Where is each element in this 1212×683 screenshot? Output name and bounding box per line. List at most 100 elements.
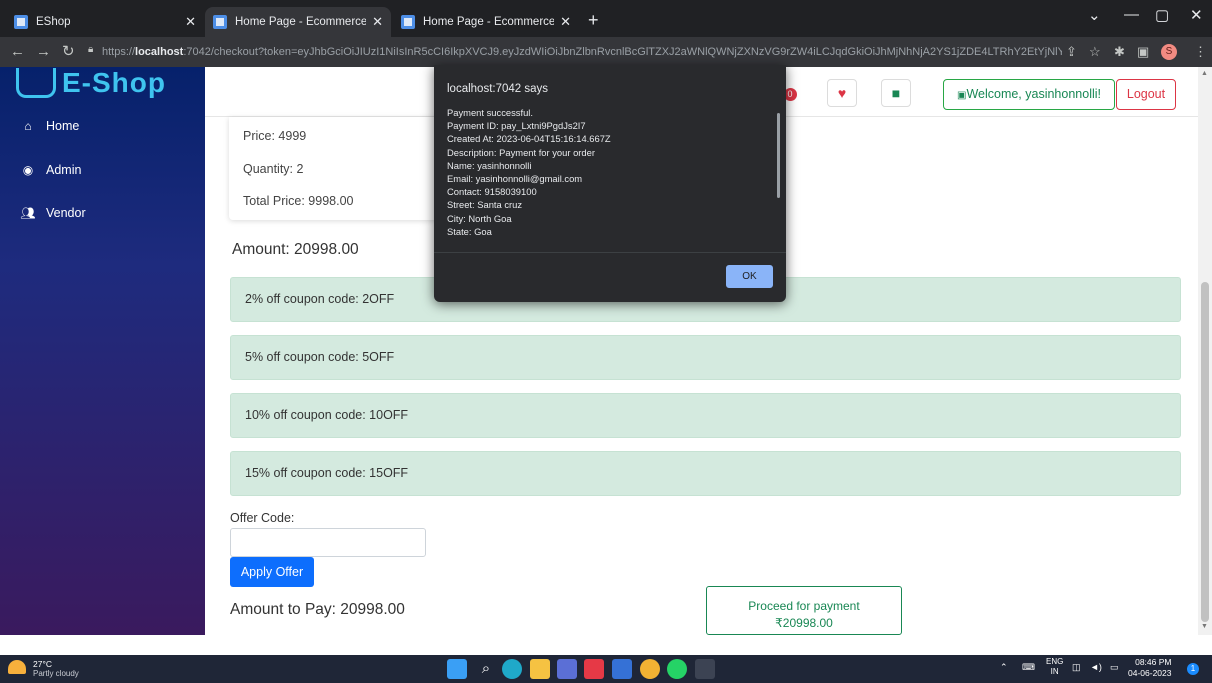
menu-icon[interactable]: ⋮ bbox=[1194, 44, 1207, 60]
sidebar-item-label: Admin bbox=[46, 163, 82, 177]
welcome-label: Welcome, yasinhonnolli! bbox=[966, 87, 1101, 101]
sidebar-item-home[interactable]: ⌂ Home bbox=[20, 119, 79, 133]
chevron-down-icon[interactable]: ⌄ bbox=[1088, 6, 1101, 24]
dialog-line: Street: Santa cruz bbox=[447, 199, 523, 211]
dialog-line: State: Goa bbox=[447, 225, 492, 237]
forward-arrow-icon[interactable]: → bbox=[36, 43, 51, 61]
teams-icon[interactable] bbox=[557, 659, 577, 679]
coupon-10off[interactable]: 10% off coupon code: 10OFF bbox=[230, 393, 1181, 438]
minimize-icon[interactable]: — bbox=[1124, 6, 1139, 23]
edge-icon[interactable] bbox=[502, 659, 522, 679]
sidebar-item-vendor[interactable]: 👥︎ Vendor bbox=[20, 206, 86, 220]
volume-icon[interactable]: ◄) bbox=[1090, 662, 1102, 672]
dialog-title: localhost:7042 says bbox=[447, 83, 549, 95]
sidebar-item-label: Vendor bbox=[46, 206, 86, 220]
cart-button[interactable]: ■ bbox=[881, 79, 911, 107]
lock-icon[interactable]: 🔒︎ bbox=[88, 44, 93, 55]
amount-total: Amount: 20998.00 bbox=[232, 241, 359, 258]
whatsapp-icon[interactable] bbox=[667, 659, 687, 679]
cart-globe-icon bbox=[16, 68, 56, 98]
coupon-15off[interactable]: 15% off coupon code: 15OFF bbox=[230, 451, 1181, 496]
item-total-price: Total Price: 9998.00 bbox=[243, 194, 354, 208]
vscode-icon[interactable] bbox=[612, 659, 632, 679]
dialog-line: City: North Goa bbox=[447, 212, 512, 224]
welcome-button[interactable]: ▣Welcome, yasinhonnolli! bbox=[943, 79, 1115, 110]
proceed-payment-button[interactable]: Proceed for payment ₹20998.00 bbox=[706, 586, 902, 635]
user-circle-icon: ◉ bbox=[22, 163, 34, 177]
url-prefix: https:// bbox=[102, 46, 136, 58]
dialog-line: Description: Payment for your order bbox=[447, 146, 595, 158]
file-explorer-icon[interactable] bbox=[530, 659, 550, 679]
logo-text: E-Shop bbox=[62, 67, 166, 98]
dialog-line: Contact: 9158039100 bbox=[447, 186, 537, 198]
search-icon[interactable]: ⌕ bbox=[476, 659, 496, 679]
url-host: localhost bbox=[135, 46, 184, 58]
clock[interactable]: 08:46 PM 04-06-2023 bbox=[1128, 657, 1171, 679]
profile-avatar[interactable]: S bbox=[1161, 44, 1177, 60]
notification-badge[interactable]: 1 bbox=[1187, 663, 1199, 675]
home-icon: ⌂ bbox=[24, 119, 32, 133]
dialog-line: Created At: 2023-06-04T15:16:14.667Z bbox=[447, 133, 611, 145]
weather-condition: Partly cloudy bbox=[33, 669, 79, 678]
tab-home-page-1[interactable]: Home Page - Ecommerce ✕ bbox=[205, 7, 391, 37]
order-item-card: Price: 4999 Quantity: 2 Total Price: 999… bbox=[229, 117, 439, 220]
page-icon bbox=[401, 15, 415, 29]
proceed-amount: ₹20998.00 bbox=[775, 615, 833, 630]
apply-offer-button[interactable]: Apply Offer bbox=[230, 557, 314, 587]
new-tab-plus-icon[interactable]: + bbox=[588, 11, 599, 29]
star-icon[interactable]: ☆ bbox=[1089, 44, 1101, 60]
maximize-icon[interactable]: ▢ bbox=[1155, 6, 1169, 24]
page-icon bbox=[213, 15, 227, 29]
share-icon[interactable]: ⇪ bbox=[1066, 44, 1077, 60]
offer-code-label: Offer Code: bbox=[230, 511, 295, 525]
language-indicator[interactable]: ENG IN bbox=[1046, 657, 1063, 677]
dialog-line: Email: yasinhonnolli@gmail.com bbox=[447, 173, 583, 185]
battery-icon[interactable]: ▭ bbox=[1110, 662, 1119, 673]
address-bar[interactable]: https://localhost:7042/checkout?token=ey… bbox=[102, 41, 1062, 63]
scrollbar-thumb[interactable] bbox=[1201, 282, 1209, 622]
eshop-logo[interactable]: E-Shop bbox=[16, 65, 166, 101]
coupon-5off[interactable]: 5% off coupon code: 5OFF bbox=[230, 335, 1181, 380]
start-icon[interactable] bbox=[447, 659, 467, 679]
browser-toolbar: ← → ↻ 🔒︎ https://localhost:7042/checkout… bbox=[0, 37, 1212, 67]
item-quantity: Quantity: 2 bbox=[243, 162, 304, 176]
close-icon[interactable]: ✕ bbox=[372, 14, 383, 30]
reload-icon[interactable]: ↻ bbox=[62, 43, 75, 61]
page-icon bbox=[14, 15, 28, 29]
tab-home-page-2[interactable]: Home Page - Ecommerce ✕ bbox=[393, 7, 579, 37]
weather-temp: 27°C bbox=[33, 659, 52, 669]
wishlist-button[interactable]: ♥ bbox=[827, 79, 857, 107]
extensions-icon[interactable]: ✱ bbox=[1114, 44, 1125, 60]
item-price: Price: 4999 bbox=[243, 129, 307, 143]
tray-chevron-icon[interactable]: ⌃ bbox=[1000, 662, 1008, 673]
ok-button[interactable]: OK bbox=[726, 265, 773, 288]
dialog-scrollbar[interactable] bbox=[777, 113, 780, 198]
network-icon[interactable]: ◫ bbox=[1072, 662, 1081, 673]
sidebar: E-Shop ⌂ Home ◉ Admin 👥︎ Vendor bbox=[0, 67, 205, 635]
back-arrow-icon[interactable]: ← bbox=[10, 43, 25, 61]
url-path: :7042/checkout?token=eyJhbGciOiJIUzI1NiI… bbox=[183, 46, 1062, 58]
page-scrollbar[interactable]: ▲ ▼ bbox=[1198, 67, 1212, 635]
sidebar-item-admin[interactable]: ◉ Admin bbox=[20, 163, 82, 177]
close-icon[interactable]: ✕ bbox=[560, 14, 571, 30]
offer-code-input[interactable] bbox=[230, 528, 426, 557]
scroll-up-icon[interactable]: ▲ bbox=[1201, 70, 1208, 77]
weather-icon[interactable] bbox=[8, 660, 26, 674]
heart-icon: ♥ bbox=[837, 85, 847, 101]
logout-button[interactable]: Logout bbox=[1116, 79, 1176, 110]
dialog-divider bbox=[434, 252, 786, 253]
keyboard-icon[interactable]: ⌨︎ bbox=[1022, 662, 1035, 673]
sidepanel-icon[interactable]: ▣ bbox=[1137, 44, 1149, 60]
tab-eshop[interactable]: EShop ✕ bbox=[6, 7, 204, 37]
scroll-down-icon[interactable]: ▼ bbox=[1201, 623, 1208, 630]
windows-taskbar: 27°C Partly cloudy ⌕ ⌃ ⌨︎ ENG IN ◫ ◄) ▭ … bbox=[0, 655, 1212, 683]
dialog-message: Payment successful. Payment ID: pay_Lxtn… bbox=[447, 106, 763, 250]
proceed-label: Proceed for payment bbox=[748, 598, 860, 613]
youtube-icon[interactable] bbox=[584, 659, 604, 679]
chrome-icon[interactable] bbox=[640, 659, 660, 679]
tab-label: Home Page - Ecommerce bbox=[423, 16, 555, 28]
close-icon[interactable]: ✕ bbox=[185, 14, 196, 30]
dialog-line: Payment successful. bbox=[447, 107, 533, 118]
terminal-icon[interactable] bbox=[695, 659, 715, 679]
window-close-icon[interactable]: ✕ bbox=[1190, 6, 1203, 24]
